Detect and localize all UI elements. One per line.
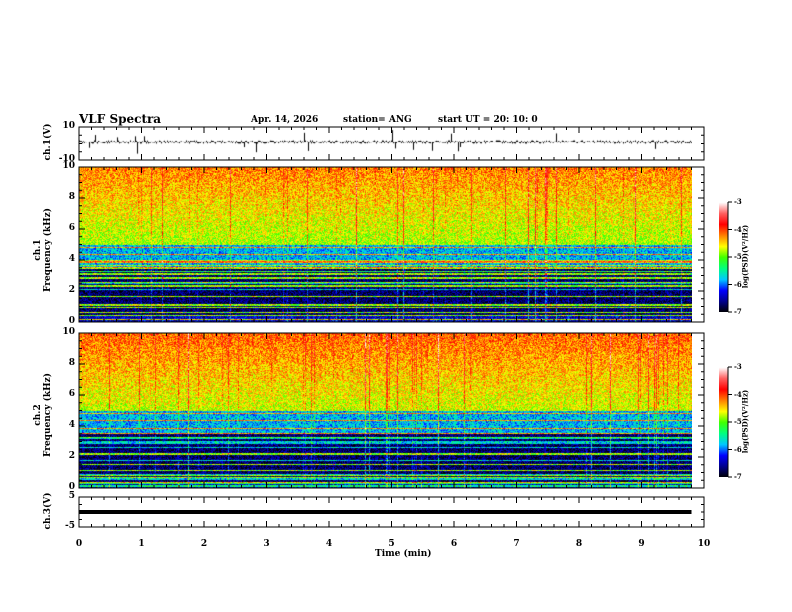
x-tick-label: 3 — [263, 539, 270, 549]
y-tick-label: 8 — [68, 192, 75, 202]
panel-frame-2 — [78, 332, 705, 489]
y-tick-label: 4 — [68, 420, 75, 430]
colorbar-tick-label: -6 — [734, 444, 742, 454]
colorbar-tick-label: -5 — [734, 252, 742, 261]
y-tick-label: 6 — [68, 389, 75, 399]
colorbar-tick-label: -3 — [734, 362, 742, 371]
ch3-ylabel: ch.3(V) — [43, 492, 53, 530]
y-tick-label: 10 — [62, 121, 75, 131]
x-axis-label: Time (min) — [375, 549, 432, 559]
y-tick-label: -5 — [65, 521, 75, 531]
y-tick-label: 2 — [68, 451, 75, 461]
colorbar-tick-label: -5 — [734, 417, 742, 426]
x-tick-label: 8 — [575, 539, 583, 549]
y-tick-label: 10 — [62, 161, 75, 171]
x-tick-label: 5 — [388, 539, 395, 549]
y-tick-label: 0 — [68, 316, 75, 326]
colorbar-tick-label: -3 — [734, 197, 742, 206]
x-tick-label: 1 — [138, 539, 145, 549]
x-tick-label: 10 — [697, 539, 711, 549]
x-tick-label: 4 — [325, 539, 333, 549]
y-tick-label: 8 — [68, 358, 75, 368]
colorbar-tick-label: -6 — [734, 279, 742, 289]
x-tick-label: 2 — [200, 539, 208, 549]
colorbar-tick-label: -7 — [734, 472, 742, 481]
colorbar-tick-label: -4 — [734, 224, 742, 234]
x-tick-label: 7 — [513, 539, 520, 549]
axes-layer — [78, 126, 732, 528]
ch1-ylabel: ch.1(V) — [43, 123, 53, 161]
y-tick-label: 6 — [68, 223, 75, 233]
panel-frame-1 — [78, 166, 705, 323]
x-tick-label: 9 — [638, 539, 645, 549]
x-tick-label: 0 — [75, 539, 83, 549]
spec2-ylabel: ch.2 Frequency (kHz) — [33, 373, 53, 458]
colorbar-tick-label: -7 — [734, 307, 742, 316]
ch3-line — [79, 510, 692, 514]
y-tick-label: 5 — [68, 491, 75, 501]
y-tick-label: 10 — [62, 327, 75, 337]
colorbar-tick-label: -4 — [734, 389, 742, 399]
x-tick-label: 6 — [450, 539, 458, 549]
vlf-spectra-figure: VLF Spectra Apr. 14, 2026 station= ANG s… — [0, 0, 792, 612]
y-tick-label: 4 — [68, 254, 75, 264]
y-tick-label: 2 — [68, 285, 75, 295]
spec1-ylabel: ch.1 Frequency (kHz) — [33, 208, 53, 293]
